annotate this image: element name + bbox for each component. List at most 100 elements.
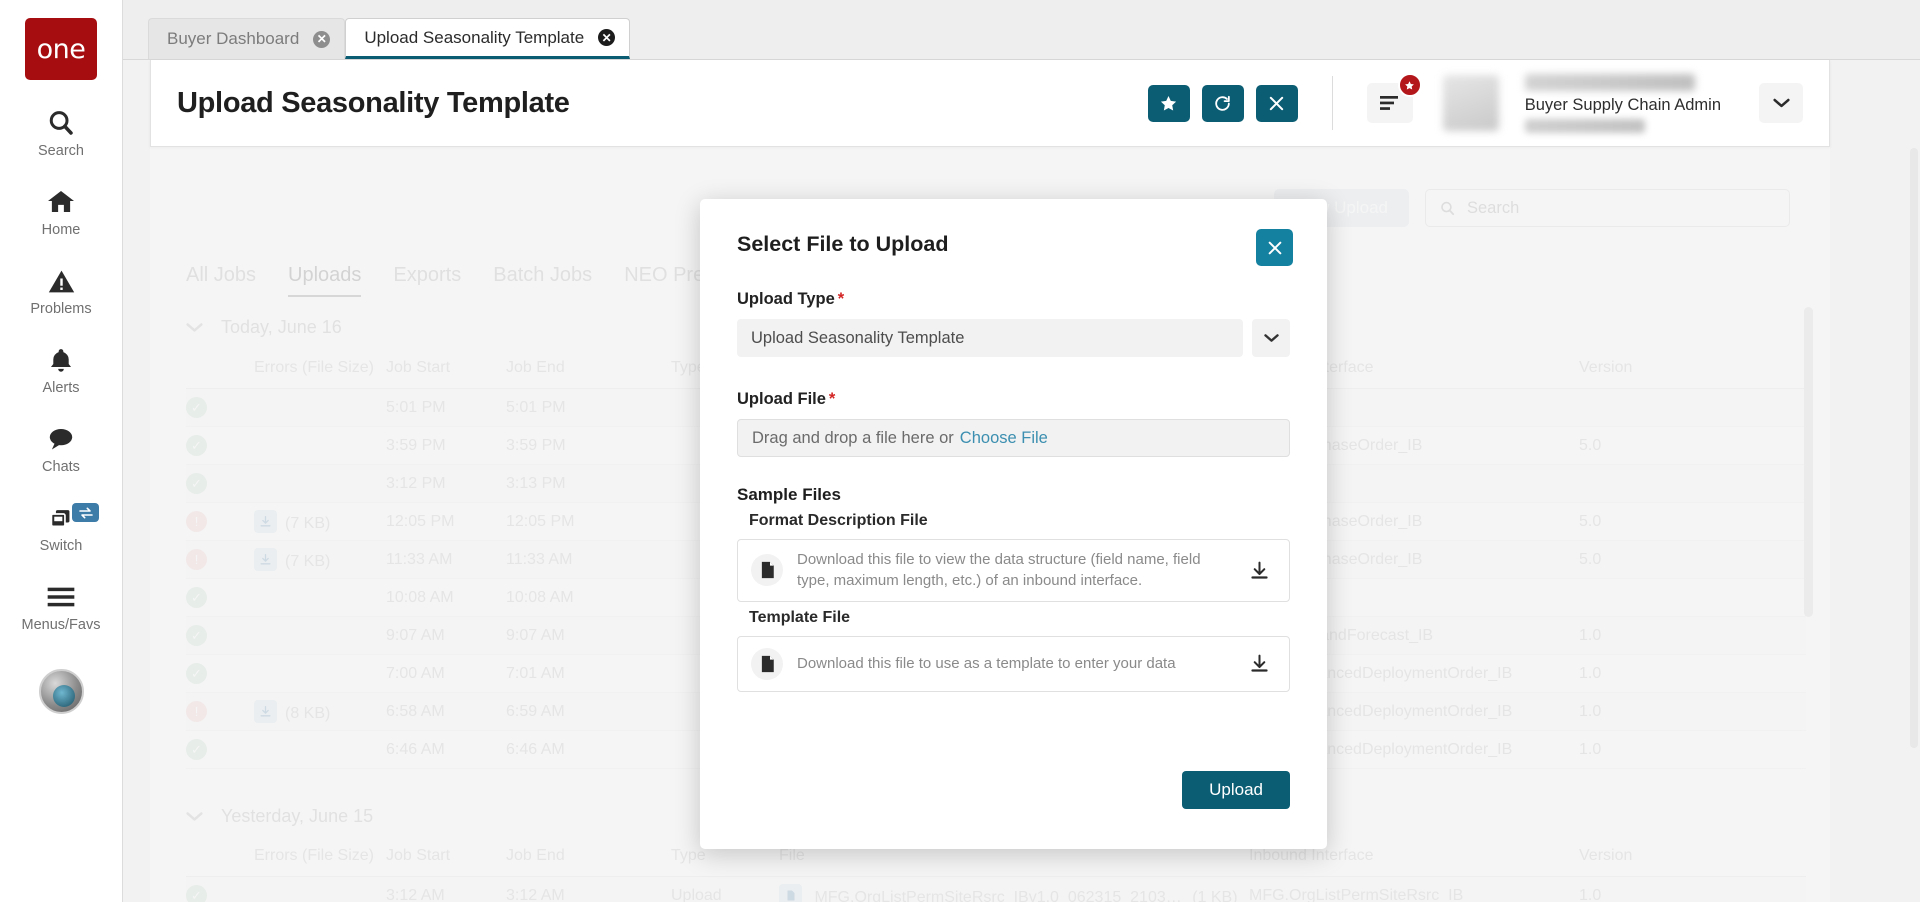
sidebar-item-menus-favs[interactable]: Menus/Favs (0, 580, 122, 633)
user-menu-toggle[interactable] (1759, 83, 1803, 123)
bell-icon (47, 343, 75, 377)
cell-version: 1.0 (1579, 886, 1602, 902)
cell-errors: (8 KB) (254, 700, 386, 723)
page-scrollbar[interactable] (1910, 148, 1918, 748)
logo-text: one (36, 33, 86, 65)
download-icon (1250, 561, 1268, 579)
table-row[interactable]: ✓ 3:12 AM 3:12 AM Upload MFG.OrgListPerm… (186, 877, 1806, 902)
status-badge: ✓ (186, 663, 207, 684)
sidebar-item-chats[interactable]: Chats (0, 422, 122, 475)
upload-type-label: Upload Type * (737, 290, 845, 308)
col-inbound-interface: Inbound Interface (1249, 847, 1374, 864)
header-actions: Buyer Supply Chain Admin (1147, 72, 1803, 134)
download-template-file-button[interactable] (1242, 647, 1276, 681)
tab-batch-jobs[interactable]: Batch Jobs (493, 264, 592, 297)
cell-job-start: 3:12 AM (386, 886, 445, 902)
cell-version: 1.0 (1579, 702, 1602, 720)
document-icon (751, 647, 783, 680)
tab-buyer-dashboard[interactable]: Buyer Dashboard ✕ (148, 18, 346, 59)
sidebar-item-search[interactable]: Search (0, 106, 122, 159)
status-badge: ! (186, 701, 207, 722)
group-header-yesterday[interactable]: Yesterday, June 15 (186, 806, 373, 827)
avatar[interactable] (38, 669, 84, 714)
user-info: Buyer Supply Chain Admin (1524, 72, 1721, 134)
col-job-end: Job End (506, 359, 565, 376)
one-logo[interactable]: one (25, 18, 97, 80)
menu-button[interactable] (1366, 73, 1422, 123)
group-header-today[interactable]: Today, June 16 (186, 317, 342, 338)
chevron-down-icon (186, 812, 203, 821)
upload-type-select[interactable]: Upload Seasonality Template (737, 319, 1243, 357)
user-org-redacted (1524, 118, 1645, 133)
cell-version: 5.0 (1579, 436, 1602, 454)
cell-job-start: 10:08 AM (386, 588, 454, 606)
user-name-redacted (1524, 73, 1695, 91)
jobs-table-yesterday: Errors (File Size) Job Start Job End Typ… (186, 847, 1806, 902)
browser-tab-bar: Buyer Dashboard ✕ Upload Seasonality Tem… (123, 0, 1920, 60)
warning-triangle-icon (46, 264, 77, 298)
col-status (186, 847, 254, 865)
cell-version: 1.0 (1579, 664, 1602, 682)
choose-file-link[interactable]: Choose File (960, 429, 1048, 448)
tab-exports[interactable]: Exports (393, 264, 461, 297)
format-description-file-label: Format Description File (749, 512, 928, 529)
cell-job-start: 11:33 AM (386, 550, 453, 568)
download-icon (1250, 654, 1268, 672)
cell-job-end: 12:05 PM (506, 512, 575, 530)
tab-label: Upload Seasonality Template (364, 27, 585, 47)
upload-button[interactable]: Upload (1182, 771, 1290, 809)
close-icon[interactable]: ✕ (598, 29, 616, 46)
group-label: Today, June 16 (221, 317, 342, 337)
cell-job-start: 7:00 AM (386, 664, 445, 682)
group-label: Yesterday, June 15 (221, 806, 374, 826)
refresh-button[interactable] (1201, 84, 1244, 122)
cell-file: MFG.OrgListPermSiteRsrc_IBv1.0_062315_21… (779, 884, 1249, 902)
sidebar-item-switch[interactable]: Switch (0, 501, 122, 554)
tab-all-jobs[interactable]: All Jobs (186, 264, 256, 297)
tab-upload-seasonality-template[interactable]: Upload Seasonality Template ✕ (345, 18, 631, 59)
upload-type-dropdown-toggle[interactable] (1252, 319, 1290, 357)
file-dropzone[interactable]: Drag and drop a file here or Choose File (737, 419, 1290, 457)
swap-arrows-icon[interactable] (72, 503, 99, 522)
download-icon[interactable] (254, 548, 277, 571)
select-file-to-upload-dialog: Select File to Upload Upload Type * Uploa… (700, 199, 1327, 849)
cell-job-end: 6:46 AM (506, 740, 565, 758)
table-header-row: Errors (File Size) Job Start Job End Typ… (186, 847, 1806, 877)
dropzone-text: Drag and drop a file here or (752, 428, 954, 447)
sidebar-item-problems[interactable]: Problems (0, 264, 122, 317)
cell-job-end: 3:12 AM (506, 886, 565, 902)
favorite-button[interactable] (1147, 84, 1190, 122)
app-root: one Search Home Problems Alerts Chats Sw… (0, 0, 1920, 902)
left-nav-rail: one Search Home Problems Alerts Chats Sw… (0, 0, 123, 902)
status-badge: ✓ (186, 435, 207, 456)
close-icon[interactable]: ✕ (313, 30, 331, 48)
col-version: Version (1579, 847, 1633, 864)
sidebar-item-alerts[interactable]: Alerts (0, 343, 122, 396)
cell-job-end: 3:13 PM (506, 474, 566, 492)
file-icon[interactable] (779, 884, 802, 902)
status-badge: ! (186, 549, 207, 570)
sidebar-label-search: Search (38, 143, 84, 159)
cell-job-start: 12:05 PM (386, 512, 455, 530)
download-icon[interactable] (254, 700, 277, 723)
tab-uploads[interactable]: Uploads (288, 264, 362, 297)
close-x-icon (1270, 96, 1284, 110)
dialog-close-button[interactable] (1256, 229, 1293, 266)
search-input[interactable]: Search (1425, 189, 1790, 227)
close-button[interactable] (1255, 84, 1298, 122)
col-errors: Errors (File Size) (254, 847, 375, 864)
cell-job-start: 3:12 PM (386, 474, 446, 492)
col-job-end: Job End (506, 847, 565, 864)
cell-version: 1.0 (1579, 626, 1602, 644)
cell-job-start: 5:01 PM (386, 398, 446, 416)
status-badge: ✓ (186, 625, 207, 646)
search-placeholder: Search (1467, 198, 1520, 217)
cell-version: 5.0 (1579, 512, 1602, 530)
sidebar-item-home[interactable]: Home (0, 185, 122, 238)
menu-lines-icon (1379, 96, 1398, 110)
download-icon[interactable] (254, 510, 277, 533)
col-job-start: Job Start (386, 847, 451, 864)
download-format-description-button[interactable] (1242, 553, 1276, 587)
user-avatar[interactable] (1442, 75, 1499, 131)
table-scrollbar[interactable] (1804, 307, 1813, 617)
